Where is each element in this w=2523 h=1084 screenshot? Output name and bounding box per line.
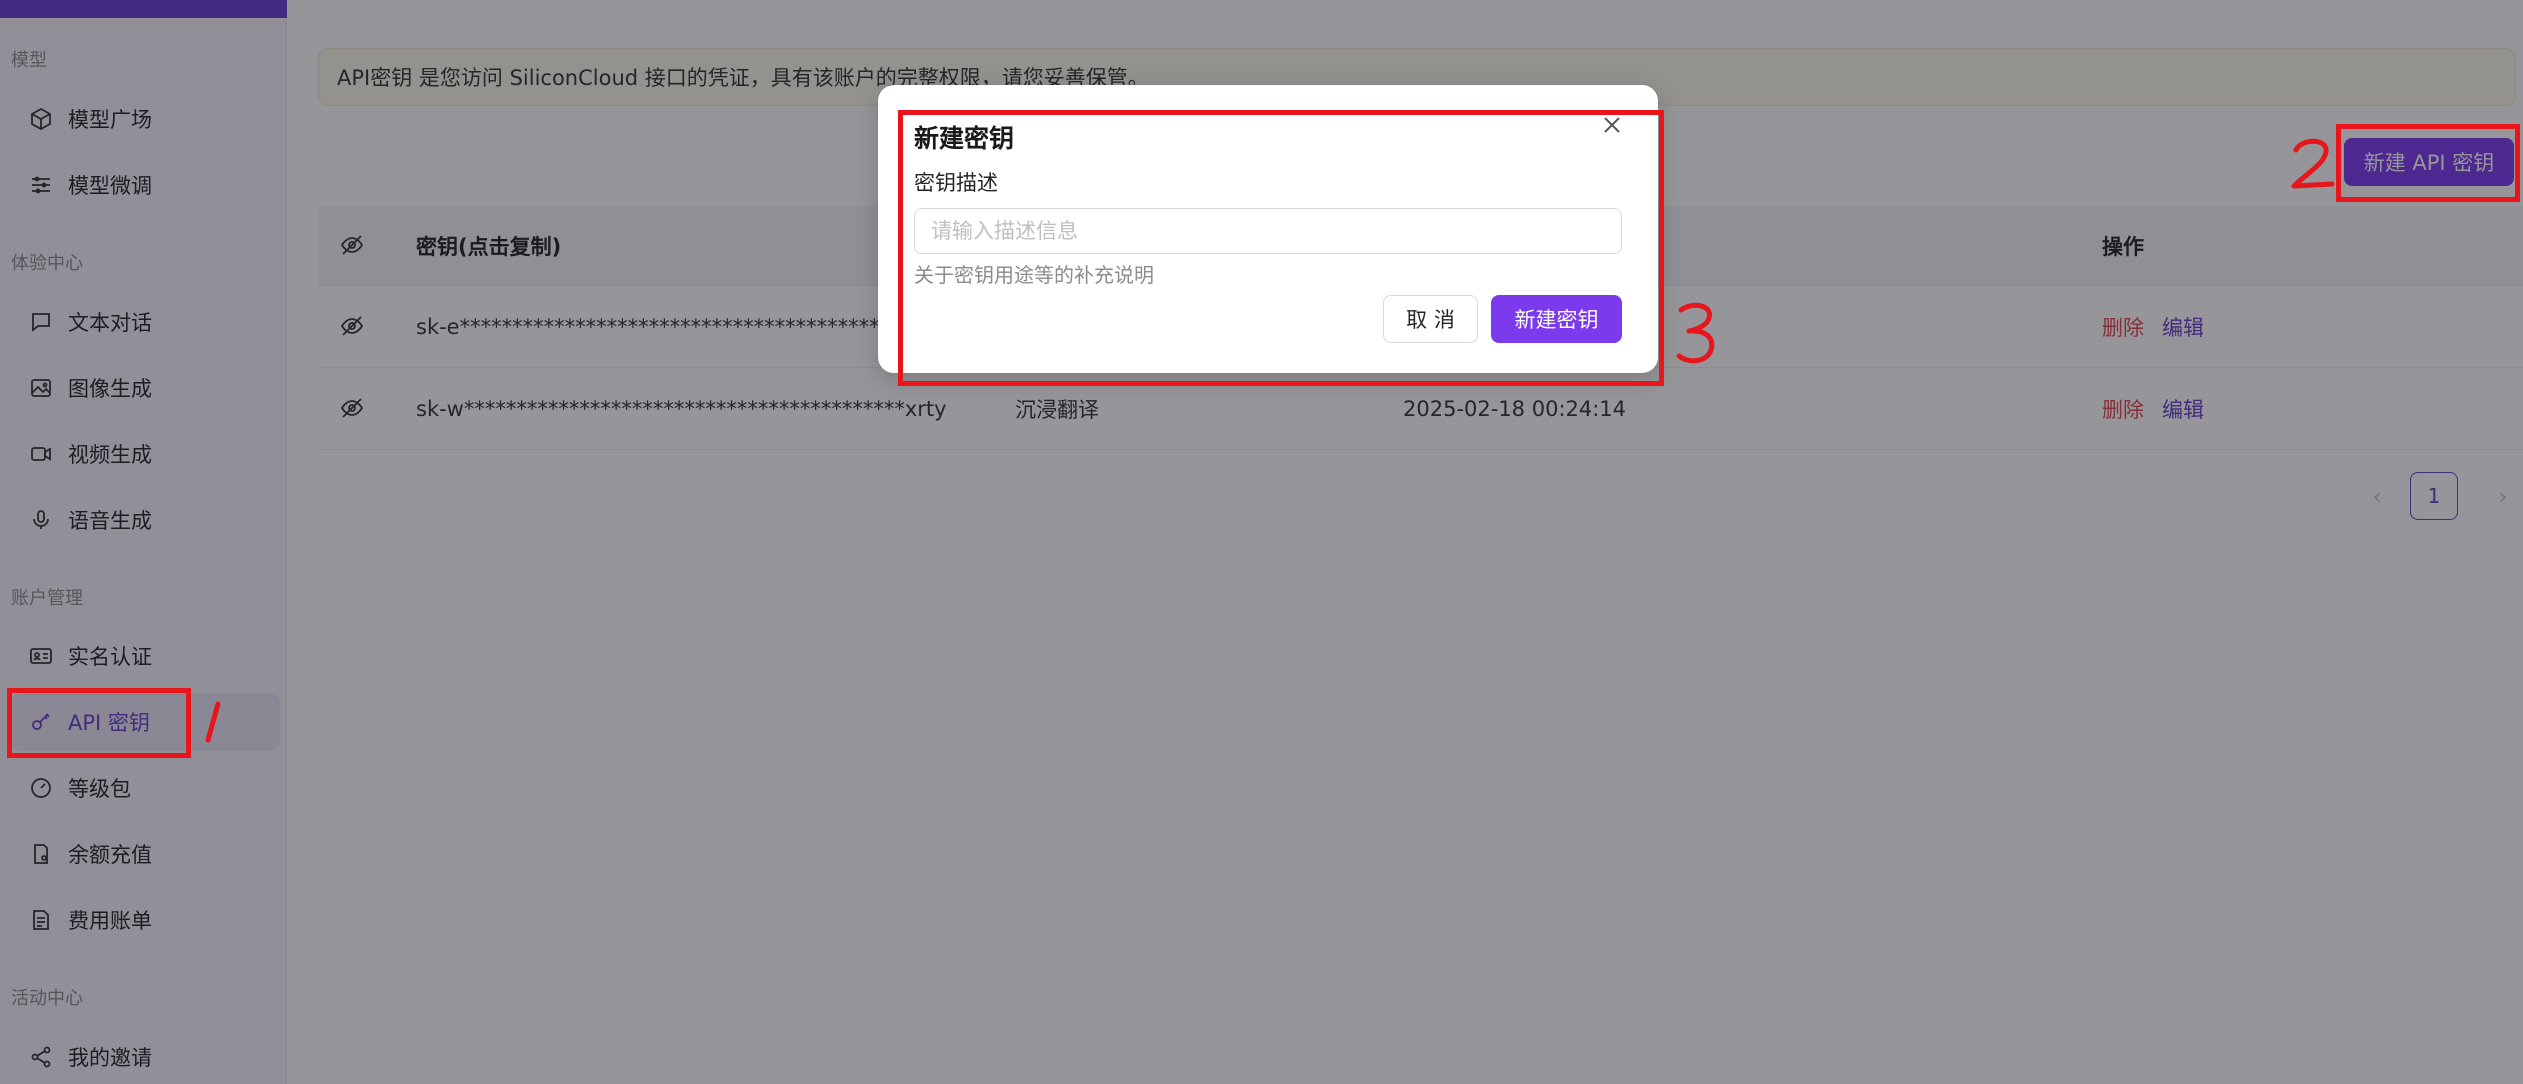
annotation-box-3 [898,110,1664,386]
annotation-number-3 [1676,302,1715,364]
annotation-number-1 [205,701,221,743]
annotation-box-1 [7,688,191,758]
annotation-box-2 [2336,124,2520,202]
annotation-number-2 [2291,138,2335,189]
